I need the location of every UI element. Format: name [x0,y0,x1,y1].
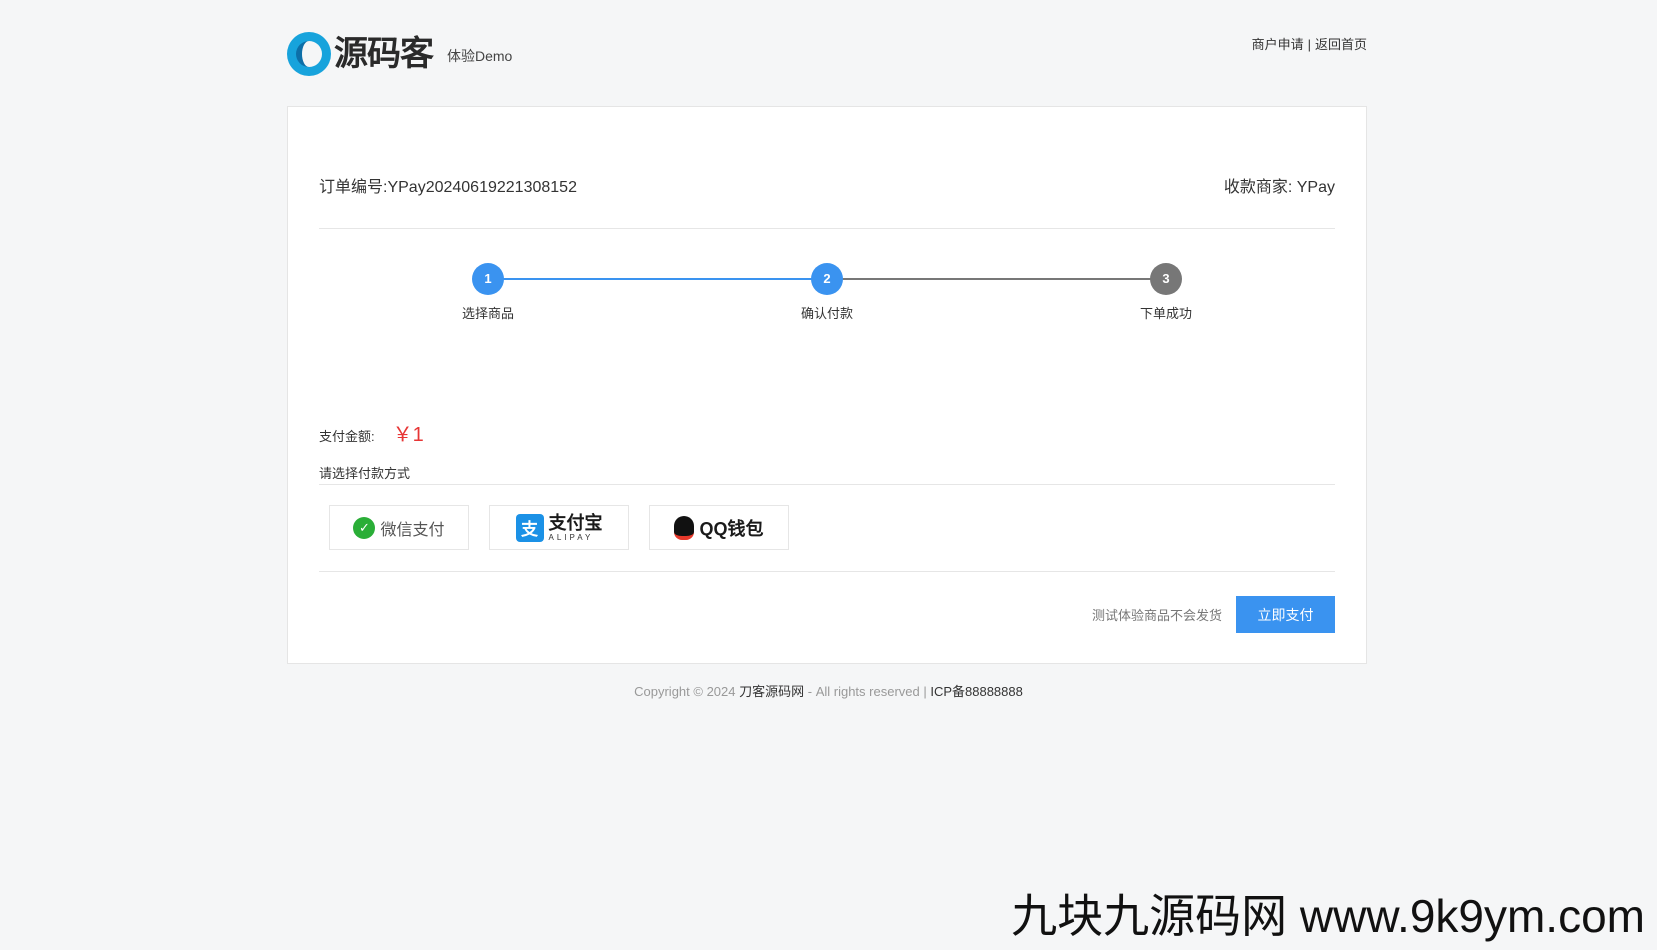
step-connector-2 [827,278,1166,280]
divider [319,484,1335,485]
wechat-pay-option[interactable]: ✓ 微信支付 [329,505,469,550]
divider [319,228,1335,229]
alipay-icon: 支 [515,513,544,542]
merchant-apply-link[interactable]: 商户申请 [1252,37,1304,52]
footer-site-link[interactable]: 刀客源码网 [739,684,804,699]
page-footer: Copyright © 2024 刀客源码网 - All rights rese… [0,681,1657,700]
divider [319,571,1335,572]
page-header: 源码客 体验Demo 商户申请 | 返回首页 [287,30,1367,80]
qq-wallet-label: QQ钱包 [699,518,764,539]
link-separator: | [1307,37,1311,52]
alipay-label: 支付宝 [548,512,603,533]
watermark-text: 九块九源码网 www.9k9ym.com [1011,890,1645,942]
order-card: 订单编号:YPay20240619221308152 收款商家: YPay 1 … [287,106,1367,664]
top-links: 商户申请 | 返回首页 [1252,34,1367,53]
back-home-link[interactable]: 返回首页 [1315,37,1367,52]
pay-now-button[interactable]: 立即支付 [1236,596,1335,633]
step-3: 3 下单成功 [1126,263,1206,322]
amount-value: ￥1 [392,424,424,446]
payment-methods: ✓ 微信支付 支 支付宝 ALIPAY QQ钱包 [329,505,809,550]
action-row: 测试体验商品不会发货 立即支付 [1092,596,1335,633]
order-info-row: 订单编号:YPay20240619221308152 收款商家: YPay [319,173,1335,197]
wechat-pay-label: 微信支付 [380,521,445,539]
step-3-number: 3 [1150,263,1182,295]
logo-icon [287,32,331,76]
step-2-label: 确认付款 [800,306,853,321]
step-1-label: 选择商品 [461,306,514,321]
step-3-label: 下单成功 [1139,306,1192,321]
merchant-name: 收款商家: YPay [1223,179,1335,196]
step-connector-1 [488,278,827,280]
site-logo[interactable]: 源码客 [287,32,434,76]
qq-wallet-option[interactable]: QQ钱包 [649,505,789,550]
alipay-sublabel: ALIPAY [548,532,594,542]
step-1-number: 1 [472,263,504,295]
rights-text: - All rights reserved | [807,684,927,699]
icp-link[interactable]: ICP备88888888 [930,684,1023,699]
test-product-note: 测试体验商品不会发货 [1091,608,1222,623]
wechat-icon: ✓ [353,516,376,539]
amount-label: 支付金额: [319,429,375,444]
logo-text: 源码客 [334,34,434,74]
progress-steps: 1 选择商品 2 确认付款 3 下单成功 [319,263,1335,333]
alipay-option[interactable]: 支 支付宝 ALIPAY [489,505,629,550]
step-2: 2 确认付款 [787,263,867,322]
step-2-number: 2 [811,263,843,295]
copyright-text: Copyright © 2024 [634,684,736,699]
order-number: 订单编号:YPay20240619221308152 [319,179,577,196]
qq-penguin-icon [674,515,695,540]
step-1: 1 选择商品 [448,263,528,322]
payment-method-title: 请选择付款方式 [319,466,411,481]
amount-row: 支付金额: ￥1 [319,417,424,447]
logo-subtitle: 体验Demo [447,48,513,64]
